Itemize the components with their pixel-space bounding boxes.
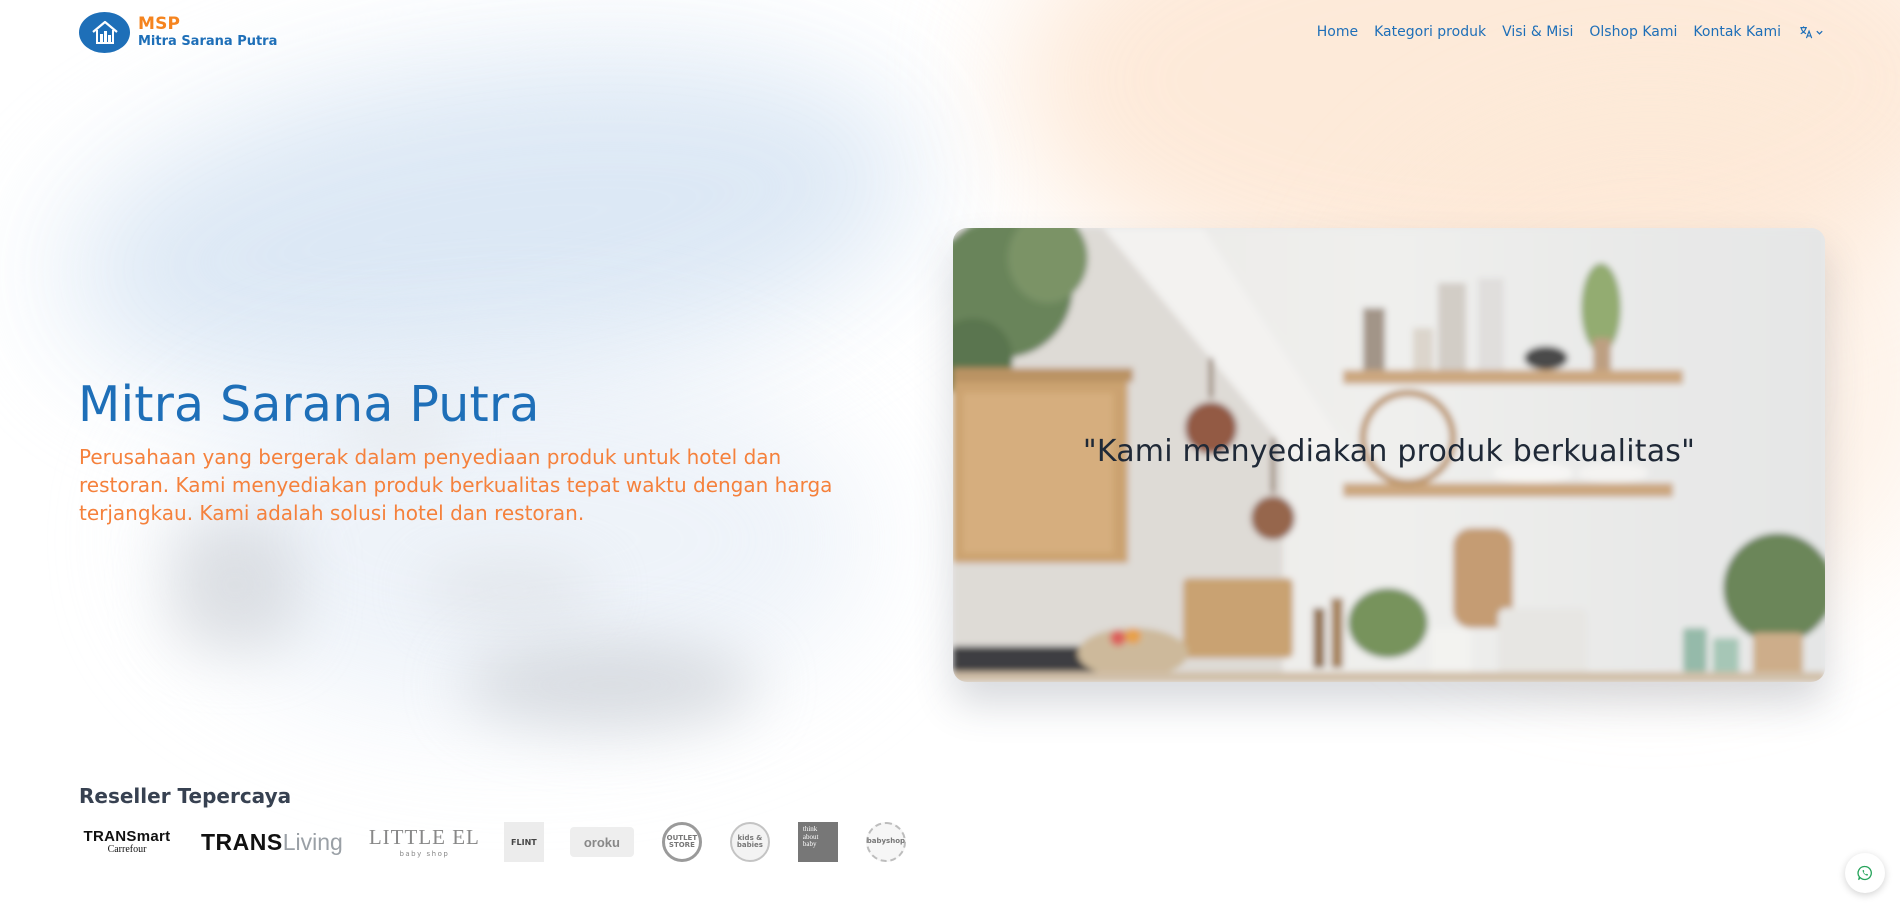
think-about-baby-label: think about baby xyxy=(802,825,819,849)
language-switcher[interactable] xyxy=(1799,25,1824,39)
logo-kids-babies[interactable]: kids & babies xyxy=(729,822,770,862)
kids-babies-label: kids & babies xyxy=(736,833,763,849)
translate-icon xyxy=(1800,26,1813,39)
logo-oroku[interactable]: oroku xyxy=(569,827,634,857)
oroku-label: oroku xyxy=(583,834,620,850)
transliving-light: Living xyxy=(282,828,343,855)
chevron-down-icon xyxy=(1816,30,1823,35)
building-house-icon xyxy=(79,11,130,53)
nav-olshop-kami[interactable]: Olshop Kami xyxy=(1589,24,1677,40)
blurred-object xyxy=(460,640,760,730)
outlet-store-label: OUTLET STORE xyxy=(666,833,698,849)
hero-description: Perusahaan yang bergerak dalam penyediaa… xyxy=(79,445,833,525)
brand-short-name: MSP xyxy=(138,14,181,34)
little-el-sub: baby shop xyxy=(399,849,450,858)
nav-visi-misi[interactable]: Visi & Misi xyxy=(1502,24,1573,40)
whatsapp-icon xyxy=(1857,865,1872,881)
logo-transliving[interactable]: TRANS Living xyxy=(201,829,343,856)
logo-flint[interactable]: FLINT xyxy=(503,822,544,862)
flint-label: FLINT xyxy=(511,837,537,847)
brand-link[interactable]: MSP Mitra Sarana Putra xyxy=(79,11,278,53)
transmart-sub: Carrefour xyxy=(107,844,147,855)
brand-full-name: Mitra Sarana Putra xyxy=(138,34,278,49)
site-header: MSP Mitra Sarana Putra Home Kategori pro… xyxy=(79,11,1824,53)
nav-kontak-kami[interactable]: Kontak Kami xyxy=(1693,24,1781,40)
transliving-bold: TRANS xyxy=(201,828,283,855)
hero-image-card: "Kami menyediakan produk berkualitas" xyxy=(953,228,1825,682)
logo-svg xyxy=(91,20,118,44)
reseller-logo-strip: TRANSmart Carrefour TRANS Living LITTLE E… xyxy=(79,820,906,864)
brand-text: MSP Mitra Sarana Putra xyxy=(138,14,278,49)
blurred-object xyxy=(170,520,300,650)
whatsapp-button[interactable] xyxy=(1845,853,1885,893)
hero-title: Mitra Sarana Putra xyxy=(78,376,540,433)
blurred-object xyxy=(420,560,600,620)
logo-think-about-baby[interactable]: think about baby xyxy=(797,822,838,862)
nav-kategori-produk[interactable]: Kategori produk xyxy=(1374,24,1486,40)
main-nav: Home Kategori produk Visi & Misi Olshop … xyxy=(1317,24,1824,40)
logo-outlet-store[interactable]: OUTLET STORE xyxy=(661,822,702,862)
logo-little-el[interactable]: LITTLE EL baby shop xyxy=(368,824,480,858)
nav-home[interactable]: Home xyxy=(1317,24,1358,40)
reseller-title: Reseller Tepercaya xyxy=(79,784,292,808)
transmart-name: TRANSmart xyxy=(83,828,171,845)
little-el-name: LITTLE EL xyxy=(368,824,480,849)
logo-babyshop[interactable]: babyshop xyxy=(865,822,906,862)
logo-transmart[interactable]: TRANSmart Carrefour xyxy=(79,829,175,855)
hero-quote: "Kami menyediakan produk berkualitas" xyxy=(1082,434,1696,469)
babyshop-label: babyshop xyxy=(866,837,906,846)
